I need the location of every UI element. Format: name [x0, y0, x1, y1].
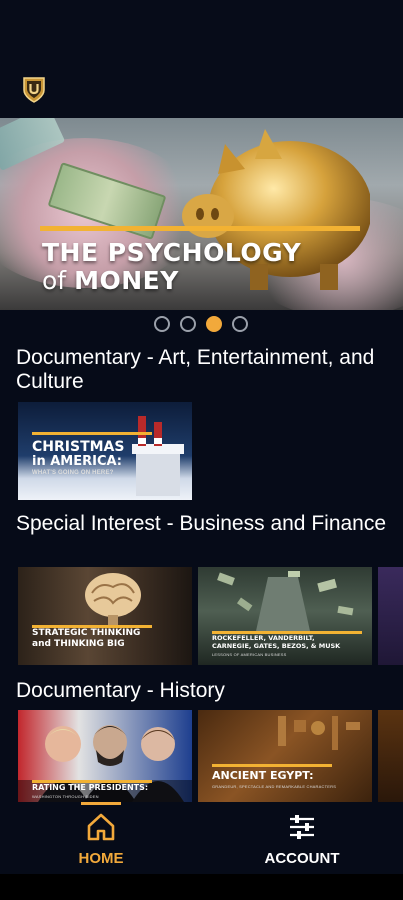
- nav-account[interactable]: ACCOUNT: [242, 802, 362, 874]
- hieroglyphs-image: [278, 716, 360, 750]
- carousel-dot[interactable]: [180, 316, 196, 332]
- card-title-line1: ANCIENT EGYPT:: [212, 769, 314, 782]
- carousel-dot[interactable]: [232, 316, 248, 332]
- card-subtitle: WASHINGTON THROUGH BIDEN: [32, 794, 99, 799]
- card-title-line1: STRATEGIC THINKING: [32, 628, 141, 638]
- hero-title-bold: MONEY: [74, 266, 179, 295]
- card-subtitle: LESSONS OF AMERICAN BUSINESS: [212, 652, 287, 657]
- nav-account-label: ACCOUNT: [264, 850, 340, 867]
- hero-title-line2: of MONEY: [42, 266, 179, 295]
- house-icon: [87, 813, 115, 841]
- section-title-art-culture: Documentary - Art, Entertainment, and Cu…: [16, 346, 375, 393]
- video-card-rating-the-presidents[interactable]: RATING THE PRESIDENTS: WASHINGTON THROUG…: [18, 710, 192, 802]
- carousel-dot[interactable]: [154, 316, 170, 332]
- top-bar: [0, 0, 403, 118]
- card-title-line1: ROCKEFELLER, VANDERBILT,: [212, 634, 315, 642]
- video-card-strategic-thinking[interactable]: STRATEGIC THINKING and THINKING BIG: [18, 567, 192, 665]
- video-card-ancient-egypt[interactable]: ANCIENT EGYPT: GRANDEUR, SPECTACLE AND R…: [198, 710, 372, 802]
- nav-home[interactable]: HOME: [41, 802, 161, 874]
- shield-u-logo-icon[interactable]: [22, 76, 46, 104]
- carousel-indicator: [154, 316, 248, 332]
- sliders-icon: [290, 815, 314, 839]
- nav-home-label: HOME: [78, 850, 124, 867]
- card-title-line1: RATING THE PRESIDENTS:: [32, 783, 149, 792]
- video-card-partial[interactable]: [378, 567, 403, 665]
- nav-active-indicator: [81, 802, 121, 805]
- card-title-rule: [32, 432, 152, 435]
- section-title-history: Documentary - History: [16, 679, 225, 702]
- piggy-bank-image: [182, 129, 370, 290]
- system-navigation-bar: [0, 874, 403, 900]
- card-subtitle: GRANDEUR, SPECTACLE AND REMARKABLE CHARA…: [212, 784, 337, 789]
- carousel-dot-active[interactable]: [206, 316, 222, 332]
- video-card-rockefeller-vanderbilt[interactable]: ROCKEFELLER, VANDERBILT, CARNEGIE, GATES…: [198, 567, 372, 665]
- flying-money-image: [217, 571, 354, 631]
- card-title-line2: and THINKING BIG: [32, 639, 125, 649]
- hero-title-rule: [40, 226, 360, 231]
- brain-image: [85, 573, 141, 625]
- video-card-partial[interactable]: [378, 710, 403, 802]
- hero-title-prefix: of: [42, 266, 67, 295]
- card-title-line1: CHRISTMAS: [32, 439, 125, 455]
- section-row-history: RATING THE PRESIDENTS: WASHINGTON THROUG…: [18, 710, 403, 802]
- hero-banner[interactable]: THE PSYCHOLOGY of MONEY: [0, 118, 403, 310]
- video-card-christmas-in-america[interactable]: CHRISTMAS in AMERICA: WHAT'S GOING ON HE…: [18, 402, 192, 500]
- card-subtitle: WHAT'S GOING ON HERE?: [32, 470, 114, 476]
- section-row-business-finance: STRATEGIC THINKING and THINKING BIG ROCK…: [18, 567, 403, 665]
- card-title-line2: CARNEGIE, GATES, BEZOS, & MUSK: [212, 642, 341, 650]
- card-title-rule: [212, 764, 332, 767]
- section-row-art-culture: CHRISTMAS in AMERICA: WHAT'S GOING ON HE…: [18, 402, 192, 500]
- card-title-line2: in AMERICA:: [32, 454, 123, 469]
- chimney-image: [132, 416, 184, 496]
- hero-title-line1: THE PSYCHOLOGY: [42, 238, 302, 267]
- section-title-business-finance: Special Interest - Business and Finance: [16, 512, 387, 535]
- bottom-navigation: HOME ACCOUNT: [0, 802, 403, 874]
